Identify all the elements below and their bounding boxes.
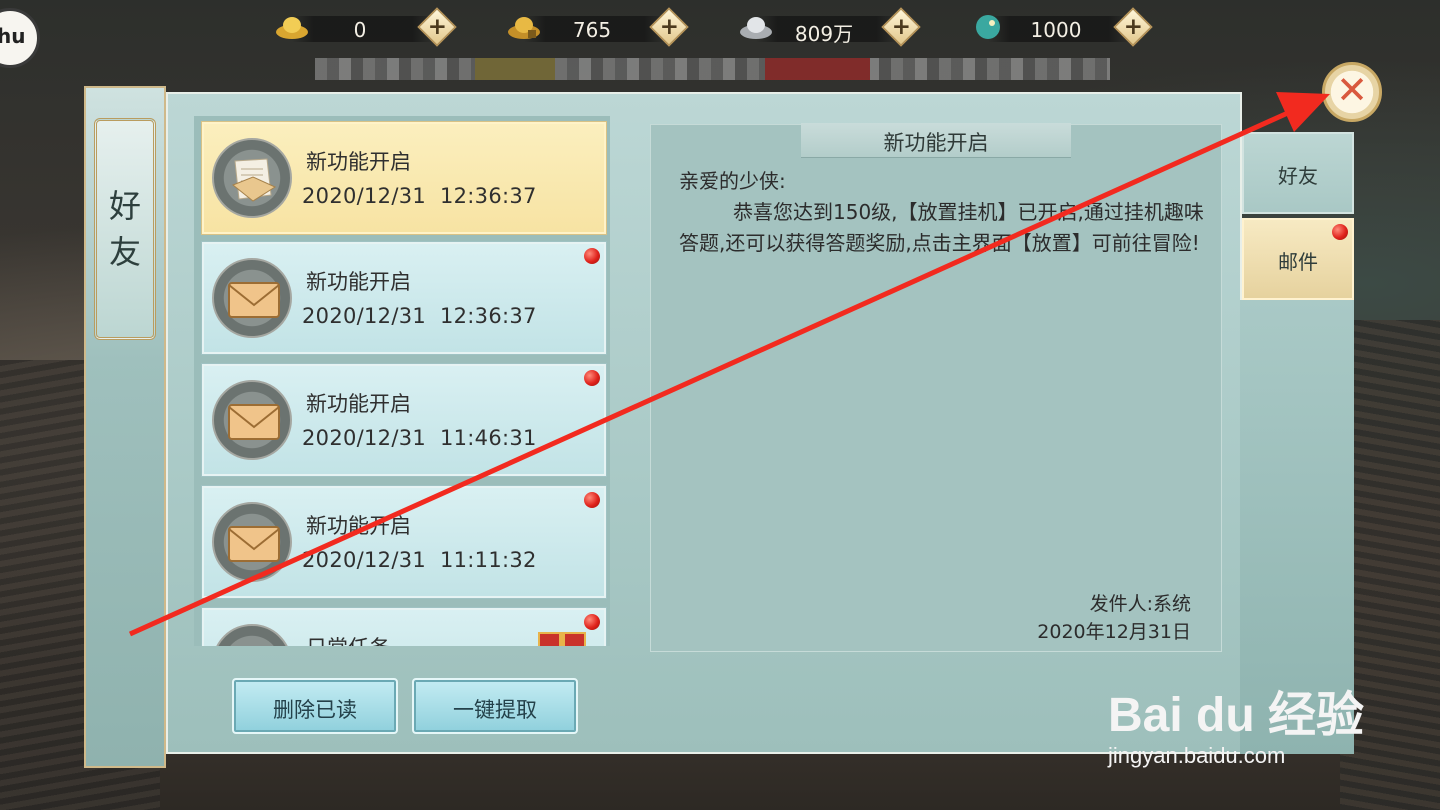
mail-time: 2020/12/31 11:46:31 <box>302 426 537 450</box>
currency-bar: 0 + 765 + 809万 + 1000 + <box>270 6 1170 50</box>
envelope-icon <box>212 258 292 338</box>
mail-detail: 新功能开启 亲爱的少侠: 恭喜您达到150级,【放置挂机】已开启,通过挂机趣味答… <box>650 123 1222 652</box>
close-button[interactable]: ✕ <box>1322 62 1382 122</box>
mail-sender: 发件人:系统 <box>1089 593 1191 615</box>
baidu-watermark: Bai du 经验 jingyan.baidu.com <box>1108 689 1365 768</box>
currency-jade-value: 1000 <box>1030 18 1082 42</box>
mail-list[interactable]: 新功能开启 2020/12/31 12:36:37 新功能开启 2020/12/… <box>194 116 610 646</box>
read-letter-icon <box>212 138 292 218</box>
tab-mail[interactable]: 邮件 <box>1242 218 1354 300</box>
gold-ingot-icon <box>276 17 308 39</box>
mail-time: 2020/12/31 12:36:37 <box>302 304 537 328</box>
close-icon: ✕ <box>1336 68 1368 112</box>
mail-item[interactable]: 日常任务 <box>201 607 607 646</box>
mail-title: 新功能开启 <box>306 514 411 538</box>
tab-badge <box>1332 224 1348 240</box>
unread-badge <box>584 248 600 264</box>
delete-read-button[interactable]: 删除已读 <box>232 678 398 734</box>
unread-badge <box>584 370 600 386</box>
bound-gold-ingot-icon <box>508 17 540 39</box>
mail-body: 恭喜您达到150级,【放置挂机】已开启,通过挂机趣味答题,还可以获得答题奖励,点… <box>679 200 1204 255</box>
gift-box-icon <box>538 632 586 646</box>
unread-badge <box>584 492 600 508</box>
mail-title: 新功能开启 <box>306 150 411 174</box>
currency-silver-value: 809万 <box>794 22 854 46</box>
mail-title: 新功能开启 <box>306 270 411 294</box>
mail-title: 新功能开启 <box>306 392 411 416</box>
envelope-icon <box>212 380 292 460</box>
claim-all-button[interactable]: 一键提取 <box>412 678 578 734</box>
mail-title: 日常任务 <box>306 632 390 646</box>
mail-item[interactable]: 新功能开启 2020/12/31 11:11:32 <box>201 485 607 599</box>
envelope-icon <box>212 502 292 582</box>
friends-side-strip: 好 友 <box>84 86 166 768</box>
mail-item[interactable]: 新功能开启 2020/12/31 12:36:37 <box>201 121 607 235</box>
envelope-icon <box>212 624 292 646</box>
mail-item[interactable]: 新功能开启 2020/12/31 11:46:31 <box>201 363 607 477</box>
currency-gold-value: 0 <box>353 18 367 42</box>
mail-detail-header: 新功能开启 <box>801 123 1071 158</box>
mail-greeting: 亲爱的少侠: <box>679 169 786 193</box>
tab-friends[interactable]: 好友 <box>1242 132 1354 214</box>
jade-beast-icon <box>976 15 1000 39</box>
mail-time: 2020/12/31 12:36:37 <box>302 184 537 208</box>
friends-plaque[interactable]: 好 友 <box>94 118 156 340</box>
unread-badge <box>584 614 600 630</box>
mail-panel: 新功能开启 2020/12/31 12:36:37 新功能开启 2020/12/… <box>166 92 1242 754</box>
mail-date: 2020年12月31日 <box>1037 621 1191 643</box>
silver-ingot-icon <box>740 17 772 39</box>
blurred-announcement <box>315 58 1110 80</box>
mail-time: 2020/12/31 11:11:32 <box>302 548 537 572</box>
currency-bound-gold-value: 765 <box>572 18 612 42</box>
mail-item[interactable]: 新功能开启 2020/12/31 12:36:37 <box>201 241 607 355</box>
